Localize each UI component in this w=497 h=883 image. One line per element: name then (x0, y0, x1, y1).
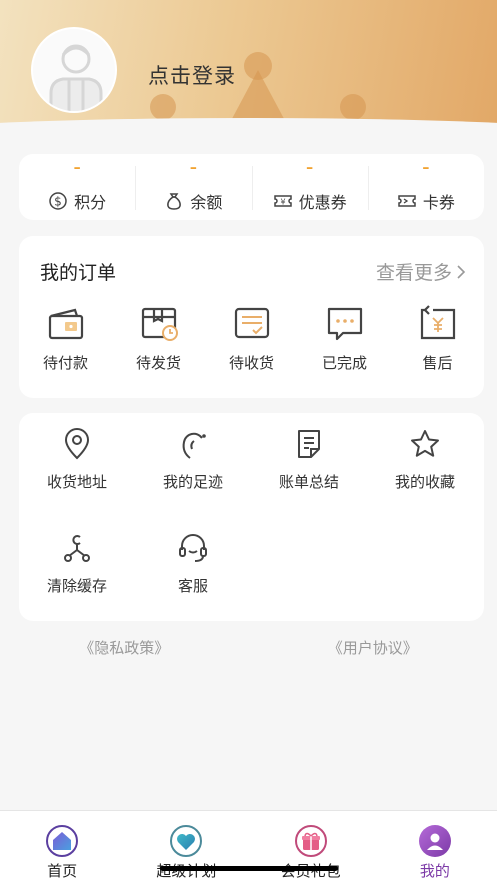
stat-card-ticket[interactable]: – 卡券 (367, 154, 484, 220)
services-card: 收货地址 我的足迹 账单总结 我的收藏 清除缓存 客服 (19, 413, 484, 621)
decor-circle (340, 94, 366, 120)
order-label: 待收货 (228, 354, 274, 372)
order-pending-shipment[interactable]: 待发货 (112, 304, 205, 373)
assets-card: – $ 积分 – 余额 – ¥ 优惠券 – 卡券 (19, 154, 484, 220)
tab-home[interactable]: 首页 (0, 811, 124, 883)
footprint-icon (182, 432, 206, 459)
tool-shipping-address[interactable]: 收货地址 (19, 427, 135, 492)
orders-title: 我的订单 (40, 262, 117, 284)
tool-label: 我的足迹 (162, 473, 223, 491)
order-label: 待发货 (135, 354, 181, 372)
tool-label: 清除缓存 (46, 577, 107, 595)
share-nodes-icon (64, 535, 90, 562)
header-curve (0, 118, 497, 140)
tab-mine[interactable]: 我的 (373, 811, 497, 883)
tool-bill-summary[interactable]: 账单总结 (251, 427, 367, 492)
stat-label: 积分 (74, 193, 107, 212)
order-after-sales[interactable]: 售后 (391, 304, 484, 373)
stat-coupon[interactable]: – ¥ 优惠券 (251, 154, 368, 220)
tool-label: 我的收藏 (394, 473, 455, 491)
avatar[interactable] (31, 27, 117, 113)
tab-label: 我的 (419, 862, 450, 880)
order-pending-receipt[interactable]: 待收货 (205, 304, 298, 373)
stat-label: 卡券 (422, 193, 455, 212)
order-label: 已完成 (321, 354, 367, 372)
stat-balance[interactable]: – 余额 (135, 154, 251, 220)
tool-footprint[interactable]: 我的足迹 (135, 427, 251, 492)
stat-points[interactable]: – $ 积分 (19, 154, 135, 220)
yen-ticket-icon: ¥ (273, 195, 292, 207)
order-completed[interactable]: 已完成 (298, 304, 391, 373)
order-pending-payment[interactable]: 待付款 (19, 304, 112, 373)
bottom-tab-bar: 首页 超级计划 会员礼包 我的 (0, 810, 497, 883)
tab-member-gift[interactable]: 会员礼包 (249, 811, 373, 883)
tool-favorites[interactable]: 我的收藏 (367, 427, 483, 492)
tool-customer-service[interactable]: 客服 (135, 531, 251, 596)
stat-label: 余额 (190, 193, 223, 212)
tab-label: 首页 (47, 862, 78, 880)
chevron-right-icon (457, 264, 466, 279)
decor-circle (150, 94, 176, 120)
orders-card: 我的订单 查看更多 待付款 待发货 待收货 已完成 售后 (19, 236, 484, 398)
stat-value: – (422, 160, 430, 176)
stat-value: – (73, 160, 81, 176)
bill-icon (298, 430, 320, 458)
svg-text:$: $ (54, 195, 62, 209)
view-more-label: 查看更多 (375, 262, 452, 284)
tool-label: 收货地址 (46, 473, 107, 491)
user-agreement-link[interactable]: 《用户协议》 (249, 637, 497, 658)
order-label: 售后 (422, 354, 453, 372)
money-bag-icon (167, 193, 182, 210)
home-indicator (160, 866, 338, 871)
tool-clear-cache[interactable]: 清除缓存 (19, 531, 135, 596)
gift-icon (294, 825, 327, 857)
login-link[interactable]: 点击登录 (148, 60, 236, 90)
stat-label: 优惠券 (298, 193, 347, 212)
default-avatar-icon (49, 44, 103, 111)
tool-label: 账单总结 (278, 473, 339, 491)
refund-icon (420, 305, 455, 340)
wallet-icon (48, 308, 83, 340)
heart-icon (170, 825, 203, 857)
card-ticket-icon (398, 195, 416, 207)
home-icon (46, 825, 79, 857)
dollar-circle-icon: $ (49, 192, 67, 210)
receive-box-icon (234, 307, 269, 339)
star-icon (411, 430, 439, 457)
privacy-policy-link[interactable]: 《隐私政策》 (0, 637, 249, 658)
tab-super-plan[interactable]: 超级计划 (124, 811, 248, 883)
stat-value: – (306, 160, 314, 176)
headset-icon (179, 534, 207, 562)
stat-value: – (189, 160, 197, 176)
svg-text:¥: ¥ (280, 198, 285, 207)
user-icon (418, 825, 451, 857)
view-more-link[interactable]: 查看更多 (376, 258, 466, 285)
package-clock-icon (141, 307, 178, 341)
order-label: 待付款 (42, 354, 88, 372)
chat-dots-icon (327, 307, 362, 341)
location-pin-icon (64, 428, 90, 460)
tool-label: 客服 (177, 577, 208, 595)
